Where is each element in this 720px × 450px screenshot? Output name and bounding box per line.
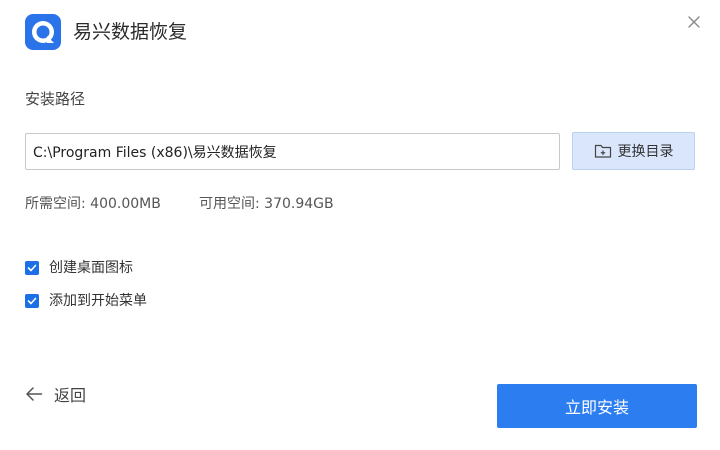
change-directory-button[interactable]: 更换目录 [572,132,695,170]
back-button[interactable]: 返回 [25,382,86,406]
app-title: 易兴数据恢复 [73,21,188,43]
required-space-text: 所需空间: 400.00MB [25,196,161,212]
checkbox-checked-icon[interactable] [25,294,39,308]
option-desktop-icon[interactable]: 创建桌面图标 [25,258,133,278]
title-bar: 易兴数据恢复 [0,0,720,64]
option-label: 添加到开始菜单 [49,293,147,309]
available-space-text: 可用空间: 370.94GB [199,196,334,212]
checkbox-checked-icon[interactable] [25,261,39,275]
back-label: 返回 [54,386,87,405]
option-label: 创建桌面图标 [49,260,133,276]
arrow-left-icon [26,387,43,401]
change-directory-label: 更换目录 [617,144,674,160]
installer-window: 易兴数据恢复 安装路径 更换目录 所需空间: 400.00MB 可用空间: 37… [0,0,720,450]
folder-icon [594,144,611,158]
install-path-label: 安装路径 [25,90,86,108]
app-logo-icon [25,14,61,50]
install-now-button[interactable]: 立即安装 [497,384,697,428]
close-icon[interactable] [684,12,704,32]
install-now-label: 立即安装 [564,398,629,417]
option-start-menu[interactable]: 添加到开始菜单 [25,291,147,311]
install-path-input[interactable] [25,133,560,170]
